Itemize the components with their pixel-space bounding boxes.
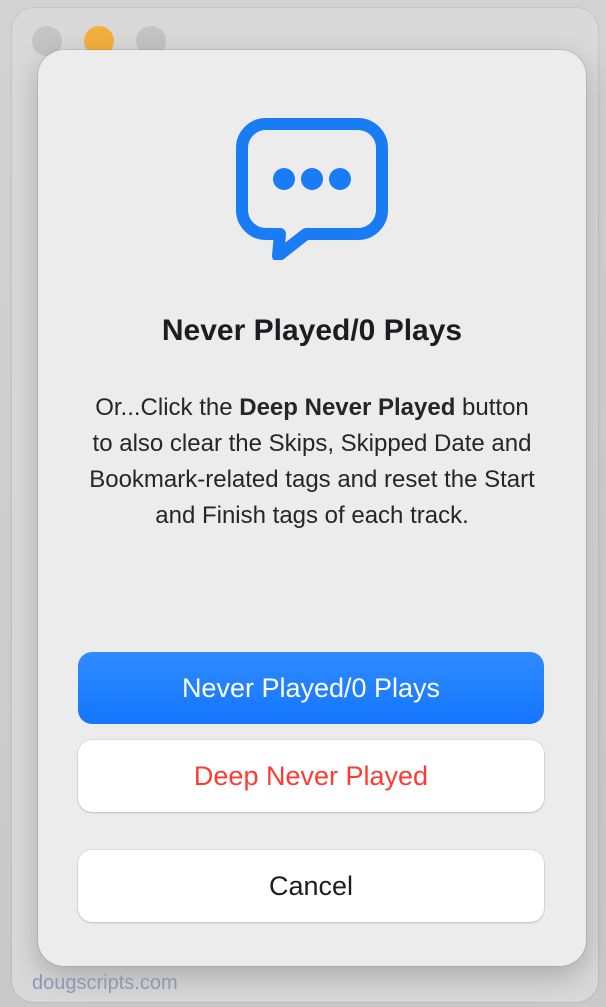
alert-dialog: Never Played/0 Plays Or...Click the Deep…: [38, 50, 586, 966]
deep-never-played-button[interactable]: Deep Never Played: [78, 740, 544, 812]
cancel-button[interactable]: Cancel: [78, 850, 544, 922]
never-played-button-label: Never Played/0 Plays: [181, 672, 441, 703]
speech-bubble-ellipsis-icon: [234, 116, 390, 262]
deep-never-played-button-label: Deep Never Played: [193, 760, 429, 791]
watermark: dougscripts.com: [32, 972, 178, 994]
never-played-button[interactable]: Never Played/0 Plays: [78, 652, 544, 724]
dialog-title: Never Played/0 Plays: [161, 314, 463, 347]
dialog-message: Or...Click the Deep Never Played button …: [82, 390, 542, 534]
cancel-button-label: Cancel: [268, 870, 354, 901]
message-prefix: Or...Click the: [95, 394, 240, 421]
message-emphasis: Deep Never Played: [239, 394, 456, 421]
